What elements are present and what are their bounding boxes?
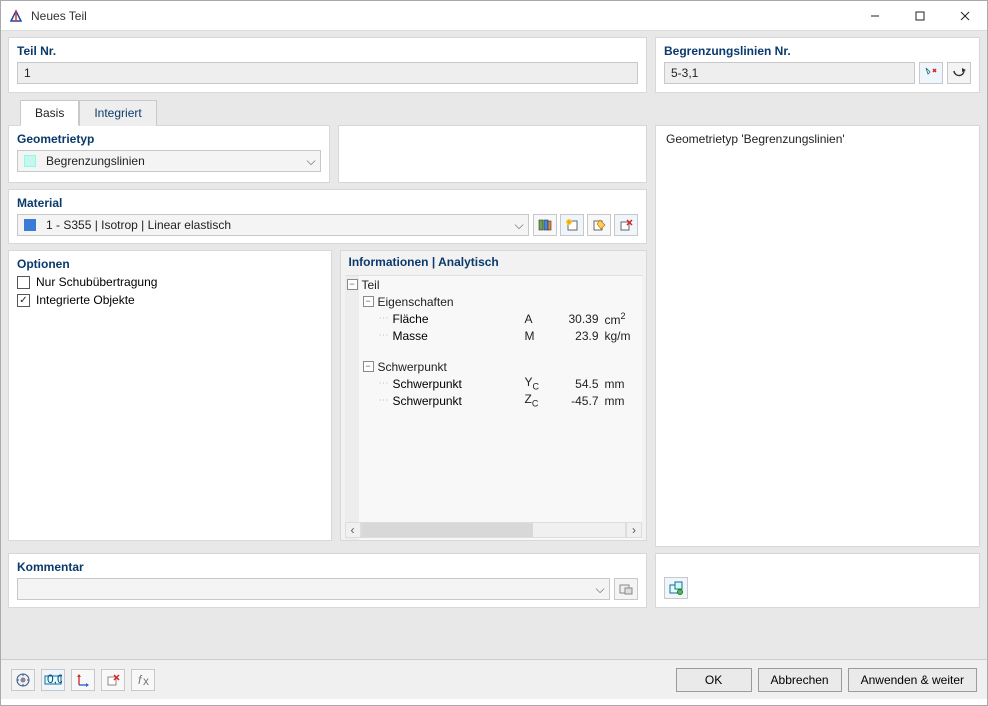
begrenzung-label: Begrenzungslinien Nr. <box>664 44 971 58</box>
shear-label: Nur Schubübertragung <box>36 275 157 289</box>
tab-bar: Basis Integriert <box>20 100 980 126</box>
cancel-button[interactable]: Abbrechen <box>758 668 842 692</box>
chevron-down-icon: ⌵ <box>510 218 528 233</box>
comment-apply-button[interactable] <box>614 578 638 600</box>
apply-continue-button[interactable]: Anwenden & weiter <box>848 668 977 692</box>
material-edit-button[interactable] <box>587 214 611 236</box>
info-tree[interactable]: −Teil −Eigenschaften ⋯ Fläche A 30.39 cm… <box>345 275 643 540</box>
material-panel: Material 1 - S355 | Isotrop | Linear ela… <box>8 189 647 244</box>
comment-combo[interactable]: ⌵ <box>17 578 610 600</box>
begrenzung-panel: Begrenzungslinien Nr. <box>655 37 980 93</box>
info-label: Informationen | Analytisch <box>341 255 647 269</box>
tab-integriert[interactable]: Integriert <box>79 100 156 126</box>
svg-text:0,00: 0,00 <box>47 673 62 686</box>
chevron-down-icon: ⌵ <box>591 582 609 597</box>
help-button[interactable] <box>11 669 35 691</box>
maximize-button[interactable] <box>897 1 942 30</box>
reverse-button[interactable] <box>947 62 971 84</box>
comment-label: Kommentar <box>17 560 638 574</box>
ok-button[interactable]: OK <box>676 668 752 692</box>
teil-panel: Teil Nr. <box>8 37 647 93</box>
close-button[interactable] <box>942 1 987 30</box>
tree-teil: Teil <box>362 278 380 292</box>
shear-checkbox[interactable] <box>17 276 30 289</box>
minimize-button[interactable] <box>852 1 897 30</box>
collapse-icon[interactable]: − <box>347 279 358 290</box>
titlebar: Neues Teil <box>1 1 987 31</box>
material-swatch-icon <box>24 219 36 231</box>
app-icon <box>8 8 24 24</box>
material-value: 1 - S355 | Isotrop | Linear elastisch <box>42 218 510 232</box>
preview-panel: Geometrietyp 'Begrenzungslinien' <box>655 125 980 547</box>
geometry-swatch-icon <box>24 155 36 167</box>
units-button[interactable]: 0,00 <box>41 669 65 691</box>
window-title: Neues Teil <box>31 9 852 23</box>
geometry-label: Geometrietyp <box>17 132 321 146</box>
teil-label: Teil Nr. <box>17 44 638 58</box>
begrenzung-input[interactable] <box>664 62 915 84</box>
row-area: ⋯ Fläche A 30.39 cm2 <box>345 310 643 327</box>
material-new-button[interactable] <box>560 214 584 236</box>
integrated-checkbox[interactable]: ✓ <box>17 294 30 307</box>
coordinates-button[interactable] <box>71 669 95 691</box>
preview-text: Geometrietyp 'Begrenzungslinien' <box>656 126 979 152</box>
scroll-right-icon[interactable]: › <box>626 522 642 538</box>
pick-lines-button[interactable] <box>919 62 943 84</box>
info-placeholder-panel <box>338 125 647 183</box>
material-delete-button[interactable] <box>614 214 638 236</box>
row-mass: ⋯ Masse M 23.9 kg/m <box>345 327 643 344</box>
comment-panel: Kommentar ⌵ <box>8 553 647 608</box>
row-cy: ⋯ Schwerpunkt YC 54.5 mm <box>345 375 643 392</box>
options-panel: Optionen Nur Schubübertragung ✓ Integrie… <box>8 250 332 541</box>
preview-tools-panel <box>655 553 980 608</box>
row-cz: ⋯ Schwerpunkt ZC -45.7 mm <box>345 392 643 409</box>
info-scrollbar[interactable]: ‹ › <box>345 522 643 538</box>
material-library-button[interactable] <box>533 214 557 236</box>
tab-basis[interactable]: Basis <box>20 100 79 126</box>
geometry-value: Begrenzungslinien <box>42 154 302 168</box>
collapse-icon[interactable]: − <box>363 296 374 307</box>
chevron-down-icon: ⌵ <box>302 154 320 169</box>
info-panel: Informationen | Analytisch −Teil −Eigens… <box>340 250 648 541</box>
collapse-icon[interactable]: − <box>363 361 374 372</box>
function-button[interactable]: fx <box>131 669 155 691</box>
dialog-footer: 0,00 fx OK Abbrechen Anwenden & weiter <box>1 659 987 699</box>
material-label: Material <box>17 196 638 210</box>
scroll-left-icon[interactable]: ‹ <box>345 522 361 538</box>
integrated-label: Integrierte Objekte <box>36 293 135 307</box>
material-combo[interactable]: 1 - S355 | Isotrop | Linear elastisch ⌵ <box>17 214 529 236</box>
geometry-panel: Geometrietyp Begrenzungslinien ⌵ <box>8 125 330 183</box>
svg-text:x: x <box>143 674 149 687</box>
preview-settings-button[interactable] <box>664 577 688 599</box>
options-label: Optionen <box>17 257 323 271</box>
teil-input[interactable] <box>17 62 638 84</box>
tree-centroid: Schwerpunkt <box>378 360 447 374</box>
geometry-combo[interactable]: Begrenzungslinien ⌵ <box>17 150 321 172</box>
tree-properties: Eigenschaften <box>378 295 454 309</box>
clear-button[interactable] <box>101 669 125 691</box>
